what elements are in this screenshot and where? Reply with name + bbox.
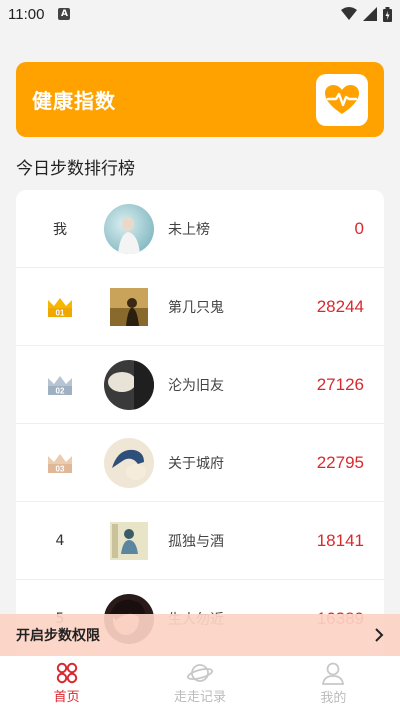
user-name: 孤独与酒 [168, 533, 224, 550]
tab-label: 走走记录 [173, 690, 226, 705]
notification-a-icon: A [58, 8, 71, 20]
user-name: 关于城府 [168, 455, 224, 472]
ranking-row[interactable]: 4 孤独与酒 18141 [16, 502, 384, 580]
rank-number: 03 [56, 464, 65, 473]
tab-walk-records[interactable]: 走走记录 [133, 656, 266, 711]
silver-crown-icon: 02 [48, 375, 72, 395]
signal-icon [363, 7, 377, 21]
step-count: 0 [354, 218, 364, 238]
section-title-step-ranking: 今日步数排行榜 [16, 159, 135, 179]
step-count: 27126 [316, 374, 364, 394]
bronze-crown-icon: 03 [48, 453, 72, 473]
rank-number: 02 [56, 386, 65, 395]
avatar [110, 521, 148, 560]
gold-crown-icon: 01 [48, 297, 72, 317]
ranking-row[interactable]: 01 第几只鬼 28244 [16, 268, 384, 346]
tab-mine[interactable]: 我的 [267, 656, 400, 711]
status-bar: 11:00 A [0, 0, 400, 28]
rank-badge-gold: 01 [16, 296, 104, 318]
step-count: 28244 [316, 296, 364, 316]
health-index-card[interactable]: 健康指数 [16, 62, 384, 137]
step-count: 18141 [316, 530, 364, 550]
avatar [110, 287, 148, 326]
ranking-list: 我 未上榜 0 01 第几只鬼 28244 02 沦为旧友 27126 03 关… [16, 190, 384, 660]
ranking-row[interactable]: 02 沦为旧友 27126 [16, 346, 384, 424]
rank-label: 我 [53, 221, 67, 238]
avatar [104, 203, 154, 254]
avatar [104, 437, 154, 488]
planet-icon [186, 664, 213, 682]
user-name: 第几只鬼 [168, 299, 224, 316]
rank-badge-bronze: 03 [16, 452, 104, 474]
chevron-right-icon [375, 628, 384, 642]
heart-pulse-icon [316, 73, 368, 126]
status-icons [341, 6, 392, 22]
grid-icon [56, 662, 77, 684]
user-name: 沦为旧友 [168, 377, 224, 394]
rank-number: 01 [56, 308, 65, 317]
wifi-icon [341, 7, 357, 20]
enable-step-permission-bar[interactable]: 开启步数权限 [0, 614, 400, 656]
tab-home[interactable]: 首页 [0, 656, 133, 711]
step-count: 22795 [316, 452, 364, 472]
health-index-title: 健康指数 [32, 89, 116, 113]
tab-label: 我的 [320, 691, 347, 706]
user-name: 未上榜 [168, 221, 210, 238]
rank-label: 4 [55, 532, 65, 549]
user-icon [322, 662, 345, 685]
avatar [104, 359, 154, 410]
rank-badge-silver: 02 [16, 374, 104, 396]
battery-icon [383, 6, 392, 22]
permission-label: 开启步数权限 [16, 628, 100, 644]
ranking-row[interactable]: 03 关于城府 22795 [16, 424, 384, 502]
status-time: 11:00 [8, 5, 45, 23]
tab-label: 首页 [53, 690, 80, 705]
ranking-row-me[interactable]: 我 未上榜 0 [16, 190, 384, 268]
bottom-tab-bar: 首页 走走记录 我的 [0, 656, 400, 711]
